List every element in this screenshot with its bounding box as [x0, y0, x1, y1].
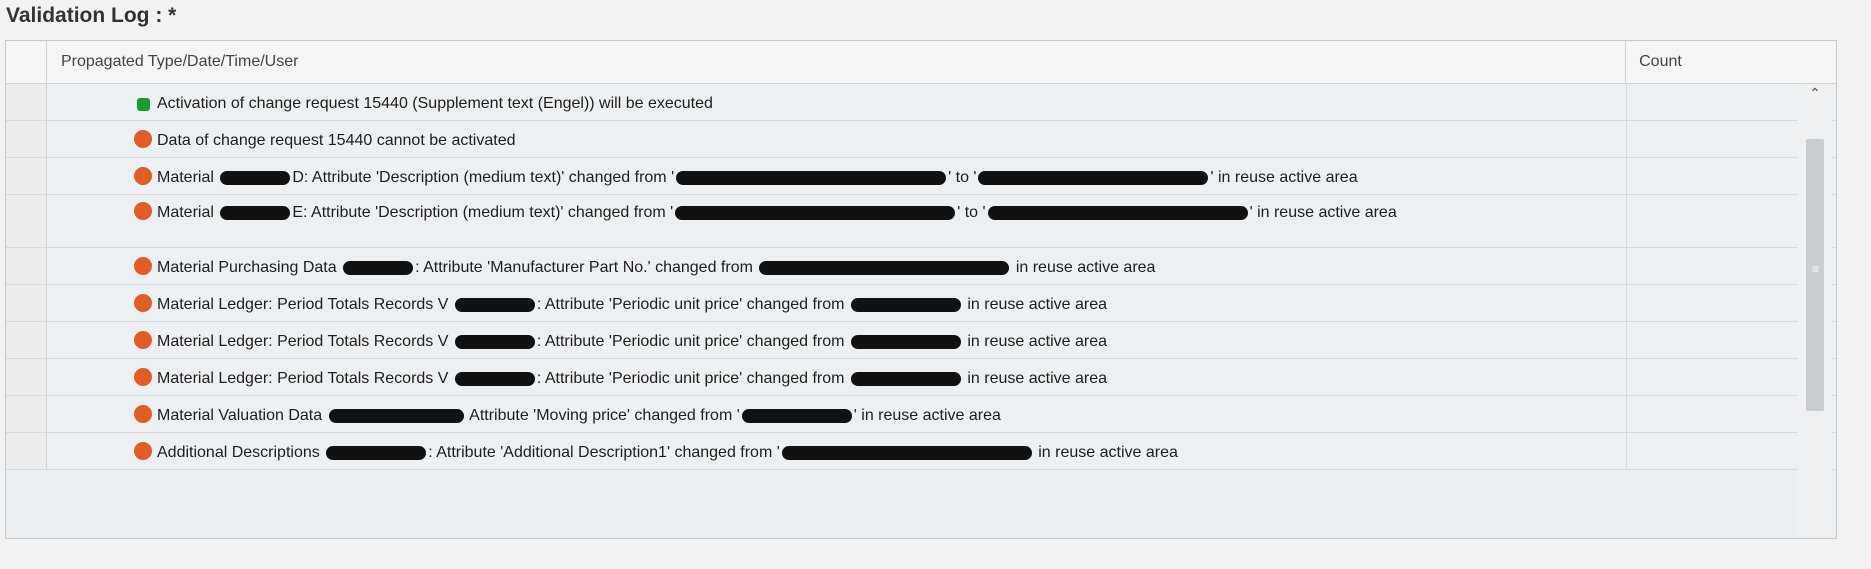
- row-selector[interactable]: [6, 248, 47, 284]
- redaction-mark: [454, 334, 535, 349]
- redaction-mark: [850, 297, 961, 312]
- row-message: Material Ledger: Period Totals Records V…: [47, 322, 1627, 358]
- row-message: Material Purchasing Data : Attribute 'Ma…: [47, 248, 1627, 284]
- error-circle-icon: [134, 442, 152, 460]
- green-square-icon: [137, 98, 150, 111]
- error-circle-icon: [134, 257, 152, 275]
- redaction-mark: [675, 205, 956, 220]
- error-circle-icon: [134, 202, 152, 220]
- error-circle-icon: [134, 405, 152, 423]
- error-circle-icon: [134, 331, 152, 349]
- table-body: Activation of change request 15440 (Supp…: [6, 84, 1836, 470]
- redaction-mark: [759, 260, 1010, 275]
- row-selector[interactable]: [6, 121, 47, 157]
- table-row[interactable]: Material Ledger: Period Totals Records V…: [6, 359, 1836, 396]
- redaction-mark: [220, 170, 291, 185]
- select-all-cell[interactable]: [6, 41, 47, 83]
- row-message: Material Valuation Data Attribute 'Movin…: [47, 396, 1627, 432]
- column-header-count[interactable]: Count: [1626, 41, 1836, 83]
- row-selector[interactable]: [6, 396, 47, 432]
- redaction-mark: [326, 445, 427, 460]
- redaction-mark: [987, 205, 1248, 220]
- row-selector[interactable]: [6, 195, 47, 247]
- chevron-up-icon[interactable]: ⌃: [1800, 83, 1830, 103]
- redaction-mark: [978, 170, 1209, 185]
- row-message: Data of change request 15440 cannot be a…: [47, 121, 1627, 157]
- page-title: Validation Log : *: [6, 4, 177, 27]
- row-selector[interactable]: [6, 285, 47, 321]
- validation-log-table: Propagated Type/Date/Time/User Count Act…: [5, 40, 1837, 539]
- redaction-mark: [781, 445, 1032, 460]
- error-circle-icon: [134, 167, 152, 185]
- table-row[interactable]: Material Ledger: Period Totals Records V…: [6, 322, 1836, 359]
- row-message: Additional Descriptions : Attribute 'Add…: [47, 433, 1627, 469]
- table-row[interactable]: Material D: Attribute 'Description (medi…: [6, 158, 1836, 195]
- column-header-main[interactable]: Propagated Type/Date/Time/User: [47, 41, 1627, 83]
- table-row[interactable]: Material Valuation Data Attribute 'Movin…: [6, 396, 1836, 433]
- error-circle-icon: [134, 294, 152, 312]
- redaction-mark: [343, 260, 414, 275]
- redaction-mark: [328, 408, 464, 423]
- redaction-mark: [741, 408, 852, 423]
- table-row[interactable]: Material Purchasing Data : Attribute 'Ma…: [6, 248, 1836, 285]
- redaction-mark: [850, 371, 961, 386]
- row-message: Material E: Attribute 'Description (medi…: [47, 195, 1627, 247]
- redaction-mark: [454, 297, 535, 312]
- table-row[interactable]: Material Ledger: Period Totals Records V…: [6, 285, 1836, 322]
- grip-icon: ≡: [1812, 262, 1820, 276]
- row-selector[interactable]: [6, 433, 47, 469]
- redaction-mark: [220, 205, 291, 220]
- table-row[interactable]: Data of change request 15440 cannot be a…: [6, 121, 1836, 158]
- row-message: Material Ledger: Period Totals Records V…: [47, 285, 1627, 321]
- table-row[interactable]: Material E: Attribute 'Description (medi…: [6, 195, 1836, 248]
- row-selector[interactable]: [6, 84, 47, 120]
- row-selector[interactable]: [6, 322, 47, 358]
- redaction-mark: [850, 334, 961, 349]
- redaction-mark: [676, 170, 947, 185]
- row-message: Material D: Attribute 'Description (medi…: [47, 158, 1627, 194]
- table-row[interactable]: Activation of change request 15440 (Supp…: [6, 84, 1836, 121]
- redaction-mark: [454, 371, 535, 386]
- table-row[interactable]: Additional Descriptions : Attribute 'Add…: [6, 433, 1836, 470]
- table-header: Propagated Type/Date/Time/User Count: [6, 41, 1836, 84]
- error-circle-icon: [134, 130, 152, 148]
- error-circle-icon: [134, 368, 152, 386]
- row-message: Material Ledger: Period Totals Records V…: [47, 359, 1627, 395]
- row-message: Activation of change request 15440 (Supp…: [47, 84, 1627, 120]
- row-selector[interactable]: [6, 158, 47, 194]
- row-selector[interactable]: [6, 359, 47, 395]
